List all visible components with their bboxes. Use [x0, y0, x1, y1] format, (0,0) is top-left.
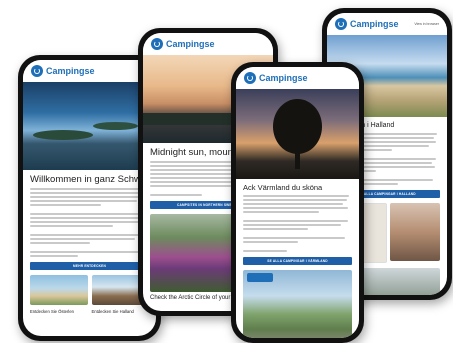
hero-image-tree-sunset: [236, 89, 359, 179]
email-header: Campingse: [236, 67, 359, 89]
email-header: Campingse: [23, 60, 156, 82]
email-headline: Willkommen in ganz Schweden!: [30, 174, 156, 185]
photo-osterlen: [30, 275, 88, 306]
email-headline: Ack Värmland du sköna: [243, 183, 323, 192]
camping-logo-icon: [31, 65, 43, 77]
hero-image-archipelago: [23, 82, 156, 170]
camping-logo-icon: [244, 72, 256, 84]
destination-photos: [30, 275, 149, 306]
camping-logo-icon: [151, 38, 163, 50]
body-text: [243, 195, 352, 253]
camping-badge: [247, 273, 273, 283]
brand-logo-text: Campingse: [46, 66, 95, 76]
brand-logo-text: Campingse: [259, 73, 308, 83]
body-text: [30, 188, 149, 258]
photo-family: [389, 202, 440, 261]
brand-logo-text: Campingse: [166, 39, 215, 49]
phone-screen: Campingse Ack Värmland du sköna SE ALLA …: [236, 67, 359, 338]
caption-halland: Entdecken Sie Halland: [91, 309, 134, 315]
brand-logo-text: Campingse: [350, 19, 399, 29]
phone-mockup-varmland: Campingse Ack Värmland du sköna SE ALLA …: [231, 62, 364, 343]
email-header: Campingse: [143, 33, 273, 55]
photo-cyclists: [243, 270, 352, 338]
varmland-campsites-button[interactable]: SE ALLA CAMPINGAR I VÄRMLAND: [243, 257, 352, 266]
view-in-browser-link[interactable]: View in browser: [414, 22, 439, 26]
discover-more-button[interactable]: MEHR ENTDECKEN: [30, 262, 149, 271]
email-header: Campingse View in browser: [327, 13, 447, 35]
camping-logo-icon: [335, 18, 347, 30]
phone-screen: Campingse Willkommen in ganz Schweden! M…: [23, 60, 156, 336]
caption-osterlen: Entdecken Sie Österlen: [30, 309, 74, 315]
